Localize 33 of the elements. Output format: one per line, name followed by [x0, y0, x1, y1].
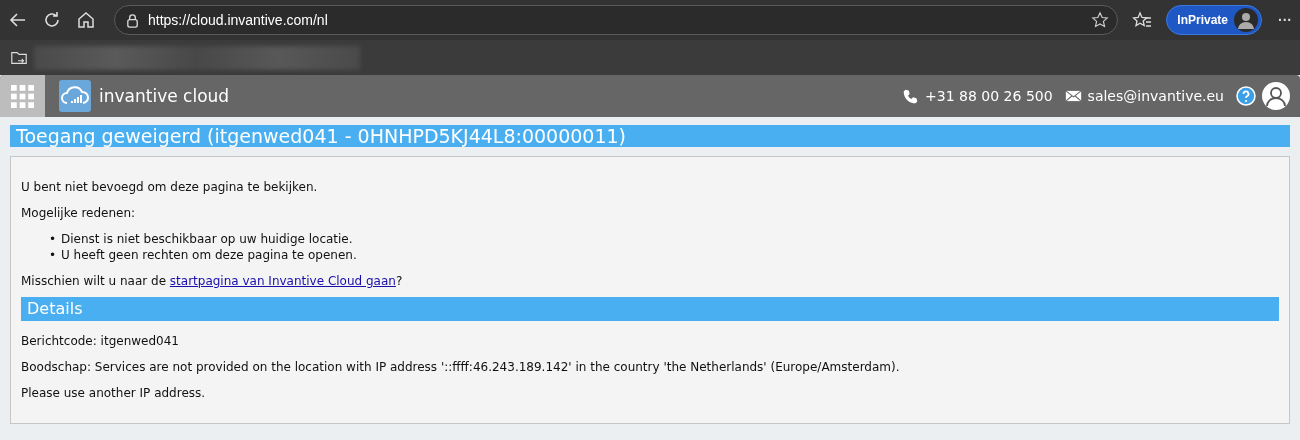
help-icon[interactable] [1236, 86, 1256, 106]
mail-icon [1064, 89, 1082, 103]
inprivate-button[interactable]: InPrivate [1166, 5, 1262, 35]
address-bar[interactable]: https://cloud.invantive.com/nl [114, 5, 1119, 35]
intro-text: U bent niet bevoegd om deze pagina te bekijken. [21, 179, 319, 195]
homepage-link[interactable]: startpagina van Invantive Cloud gaan [169, 274, 396, 288]
suggestion-text: ? [395, 274, 403, 288]
detail-text: Berichtcode: itgenwed041 [21, 333, 180, 349]
refresh-icon[interactable] [42, 10, 62, 30]
user-icon[interactable] [1262, 82, 1290, 110]
grid-icon [11, 84, 34, 108]
email-address: sales@invantive.eu [1087, 88, 1224, 104]
detail-text: Please use another IP address. [21, 385, 207, 401]
phone-number: +31 88 00 26 500 [925, 88, 1053, 104]
reason-item: U heeft geen rechten om deze pagina te openen. [61, 247, 357, 263]
bullet: • [49, 231, 58, 247]
phone-icon [902, 87, 920, 105]
home-icon[interactable] [76, 10, 96, 30]
avatar-icon [1234, 8, 1258, 32]
detail-text: Boodschap: Services are not provided on the location with IP address '::ffff:46.243.189.142' in the country 'the Netherlands' (Europe/Amsterdam). [21, 359, 901, 375]
lock-icon [125, 12, 140, 28]
more-menu-button[interactable]: ··· [1278, 12, 1292, 28]
reason-item: Dienst is niet beschikbaar op uw huidige locatie. [61, 231, 353, 247]
star-icon[interactable] [1091, 11, 1110, 29]
reasons-label: Mogelijke redenen: [21, 205, 137, 221]
favorites-icon[interactable] [1132, 10, 1153, 30]
details-heading: Details [21, 297, 1279, 321]
page-title: Toegang geweigerd (itgenwed041 - 0HNHPD5KJ44L8:00000011) [10, 125, 1290, 147]
brand-name: invantive cloud [99, 86, 230, 106]
cloud-logo-icon [59, 80, 91, 112]
bullet: • [49, 247, 58, 263]
url-text: https://cloud.invantive.com/nl [148, 12, 329, 28]
suggestion-text: Misschien wilt u naar de [21, 274, 167, 288]
